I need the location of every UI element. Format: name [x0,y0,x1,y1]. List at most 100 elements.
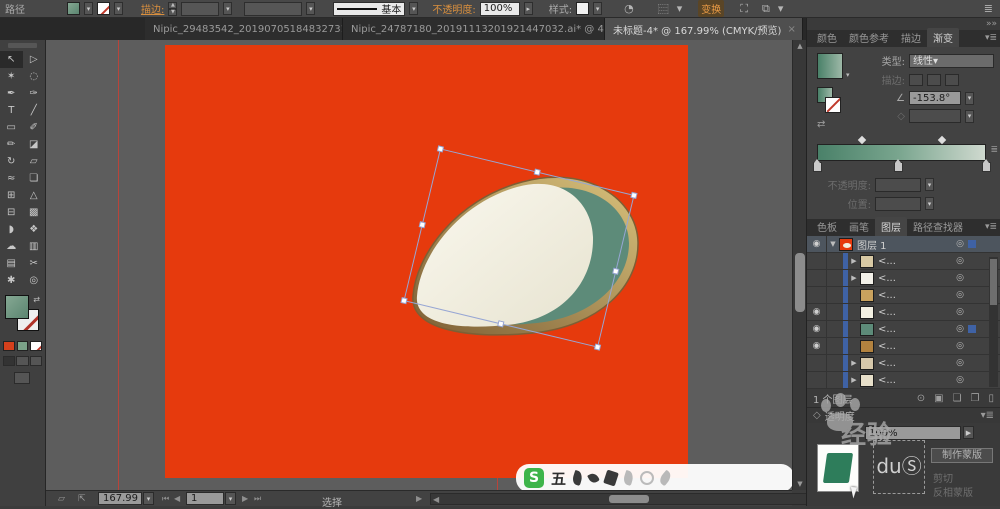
gradient-options-icon[interactable]: ≣ [990,145,998,155]
expand-triangle-icon[interactable]: ▶ [848,257,860,265]
panel-tab-图层[interactable]: 图层 [875,217,907,236]
object-label[interactable]: <... [878,273,1000,284]
selection-tool[interactable]: ↖ [0,51,23,68]
gradient-bar[interactable] [817,144,986,161]
gradient-panel-menu-icon[interactable]: ▾≣ [985,33,997,43]
new-sublayer-icon[interactable]: ❏ [953,393,962,404]
stroke-along-button[interactable] [927,74,941,86]
zoom-tool[interactable]: ◎ [23,272,46,289]
width-profile-field[interactable] [244,2,302,16]
last-artboard-icon[interactable]: ⏭ [254,494,261,504]
visibility-eye-icon[interactable]: ◉ [807,236,827,252]
new-layer-icon[interactable]: ❐ [971,393,980,404]
layers-scrollbar[interactable] [989,257,998,387]
visibility-eye-icon[interactable] [807,372,827,388]
egg-artwork[interactable] [360,130,660,360]
layer-thumbnail[interactable] [839,238,853,251]
symbol-sprayer-tool[interactable]: ☁ [0,238,23,255]
target-circle-icon[interactable]: ◎ [956,324,964,334]
transparency-panel-menu-icon[interactable]: ▾≣ [981,410,994,421]
layer-row-1[interactable]: ▶<...◎ [807,253,1000,270]
gradient-type-dropdown[interactable]: 线性▾ [909,54,994,68]
object-label[interactable]: <... [878,375,1000,386]
vertical-scrollbar[interactable]: ▲ ▼ [792,40,806,490]
expand-triangle-icon[interactable]: ▶ [848,274,860,282]
panel-tab-颜色[interactable]: 颜色 [811,28,843,47]
expand-triangle-icon[interactable]: ▶ [848,359,860,367]
layer-row-4[interactable]: ◉<...◎ [807,304,1000,321]
gradient-stop-1[interactable] [813,162,822,172]
shape-builder-tool[interactable]: ⊞ [0,187,23,204]
align-icon[interactable]: ⛶ [738,2,750,16]
panel-tab-画笔[interactable]: 画笔 [843,217,875,236]
horizontal-scrollbar[interactable]: ◀ ▶ [430,493,834,505]
opacity-field[interactable]: 100% [480,2,520,16]
stroke-weight-field[interactable] [181,2,219,16]
opacity-link[interactable]: 不透明度: [432,1,475,16]
gradient-stroke-proxy[interactable] [825,97,841,113]
swap-fill-stroke-icon[interactable]: ⇄ [33,295,40,304]
make-clipping-mask-icon[interactable]: ▣ [934,393,943,404]
scroll-left-icon[interactable]: ◀ [433,495,439,504]
stroke-across-button[interactable] [945,74,959,86]
reverse-gradient-icon[interactable]: ⇄ [817,119,843,130]
pen-tool[interactable]: ✒ [0,85,23,102]
object-label[interactable]: <... [878,324,1000,335]
layer-name[interactable]: 图层 1 [857,237,1000,252]
target-circle-icon[interactable]: ◎ [956,358,964,368]
locate-object-icon[interactable]: ⊙ [917,393,925,404]
target-circle-icon[interactable]: ◎ [956,239,964,249]
style-dropdown-icon[interactable]: ▾ [593,2,602,15]
visibility-eye-icon[interactable]: ◉ [807,338,827,354]
stroke-within-button[interactable] [909,74,923,86]
aspect-ratio-dropdown-icon[interactable]: ▾ [965,110,974,123]
control-panel-menu-icon[interactable]: ≣ [982,2,995,15]
distribute-icon[interactable]: ⧉ [760,2,772,16]
document-tab-1[interactable]: Nipic_29483542_20190705184832731089.ai* … [145,18,343,40]
stroke-weight-dropdown-icon[interactable]: ▾ [223,2,232,15]
visibility-eye-icon[interactable] [807,287,827,303]
layer-row-6[interactable]: ◉<...◎ [807,338,1000,355]
gradient-midpoint-2[interactable] [937,136,945,144]
gradient-tool[interactable]: ▩ [23,204,46,221]
object-thumbnail[interactable] [860,255,874,268]
draw-behind-button[interactable] [16,356,28,366]
layer-row-2[interactable]: ▶<...◎ [807,270,1000,287]
line-segment-tool[interactable]: ╱ [23,102,46,119]
pencil-tool[interactable]: ✏ [0,136,23,153]
mini-swatch-3[interactable] [30,341,42,351]
stop-location-dropdown-icon[interactable]: ▾ [925,197,934,210]
stroke-color-swatch[interactable] [97,2,110,15]
scale-tool[interactable]: ▱ [23,153,46,170]
target-circle-icon[interactable]: ◎ [956,375,964,385]
perspective-grid-tool[interactable]: △ [23,187,46,204]
mask-thumbnail[interactable]: duⓈ [873,440,925,494]
artboard-number-field[interactable]: 1 [186,492,224,505]
rectangle-tool[interactable]: ▭ [0,119,23,136]
expand-triangle-icon[interactable]: ▼ [827,240,839,248]
object-label[interactable]: <... [878,290,1000,301]
layer-row-7[interactable]: ▶<...◎ [807,355,1000,372]
document-tab-3[interactable]: 未标题-4* @ 167.99% (CMYK/预览)× [605,18,803,40]
brush-dropdown-icon[interactable]: ▾ [409,2,418,15]
vertical-guide-1[interactable] [118,40,119,490]
scroll-down-icon[interactable]: ▼ [793,478,807,490]
panel-tab-描边[interactable]: 描边 [895,28,927,47]
lasso-tool[interactable]: ◌ [23,68,46,85]
gradient-swatch[interactable] [817,53,843,79]
next-artboard-icon[interactable]: ▶ [242,494,248,503]
stop-opacity-dropdown-icon[interactable]: ▾ [925,178,934,191]
distribute-dropdown-icon[interactable]: ▾ [776,2,786,15]
zoom-dropdown-icon[interactable]: ▾ [143,492,154,505]
draw-normal-button[interactable] [3,356,15,366]
object-thumbnail[interactable] [860,289,874,302]
object-thumbnail[interactable] [860,340,874,353]
width-profile-dropdown-icon[interactable]: ▾ [306,2,315,15]
style-swatch[interactable] [576,2,589,15]
visibility-eye-icon[interactable] [807,355,827,371]
make-mask-button[interactable]: 制作蒙版 [931,448,993,463]
status-expand-icon[interactable]: ▶ [416,494,422,503]
horizontal-scroll-thumb[interactable] [609,495,649,503]
select-similar-dropdown-icon[interactable]: ▾ [675,2,685,15]
target-circle-icon[interactable]: ◎ [956,307,964,317]
